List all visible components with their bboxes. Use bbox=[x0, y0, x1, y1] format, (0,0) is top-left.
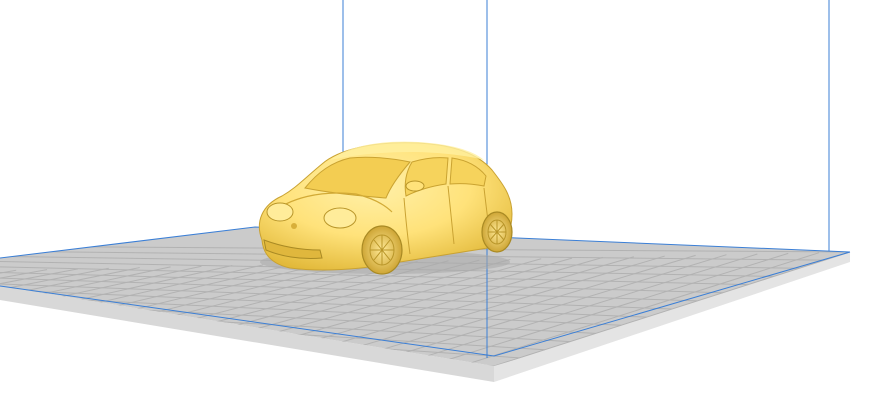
car-headlight-left bbox=[266, 202, 294, 222]
car-emblem bbox=[291, 223, 297, 229]
car-wheel-front bbox=[361, 225, 403, 275]
car-headlight-right bbox=[323, 207, 357, 229]
car-wheel-rear bbox=[481, 211, 513, 253]
car-model-icon[interactable] bbox=[258, 141, 513, 275]
scene-canvas[interactable] bbox=[0, 0, 883, 400]
car-mirror bbox=[405, 180, 425, 192]
3d-viewport[interactable] bbox=[0, 0, 883, 400]
